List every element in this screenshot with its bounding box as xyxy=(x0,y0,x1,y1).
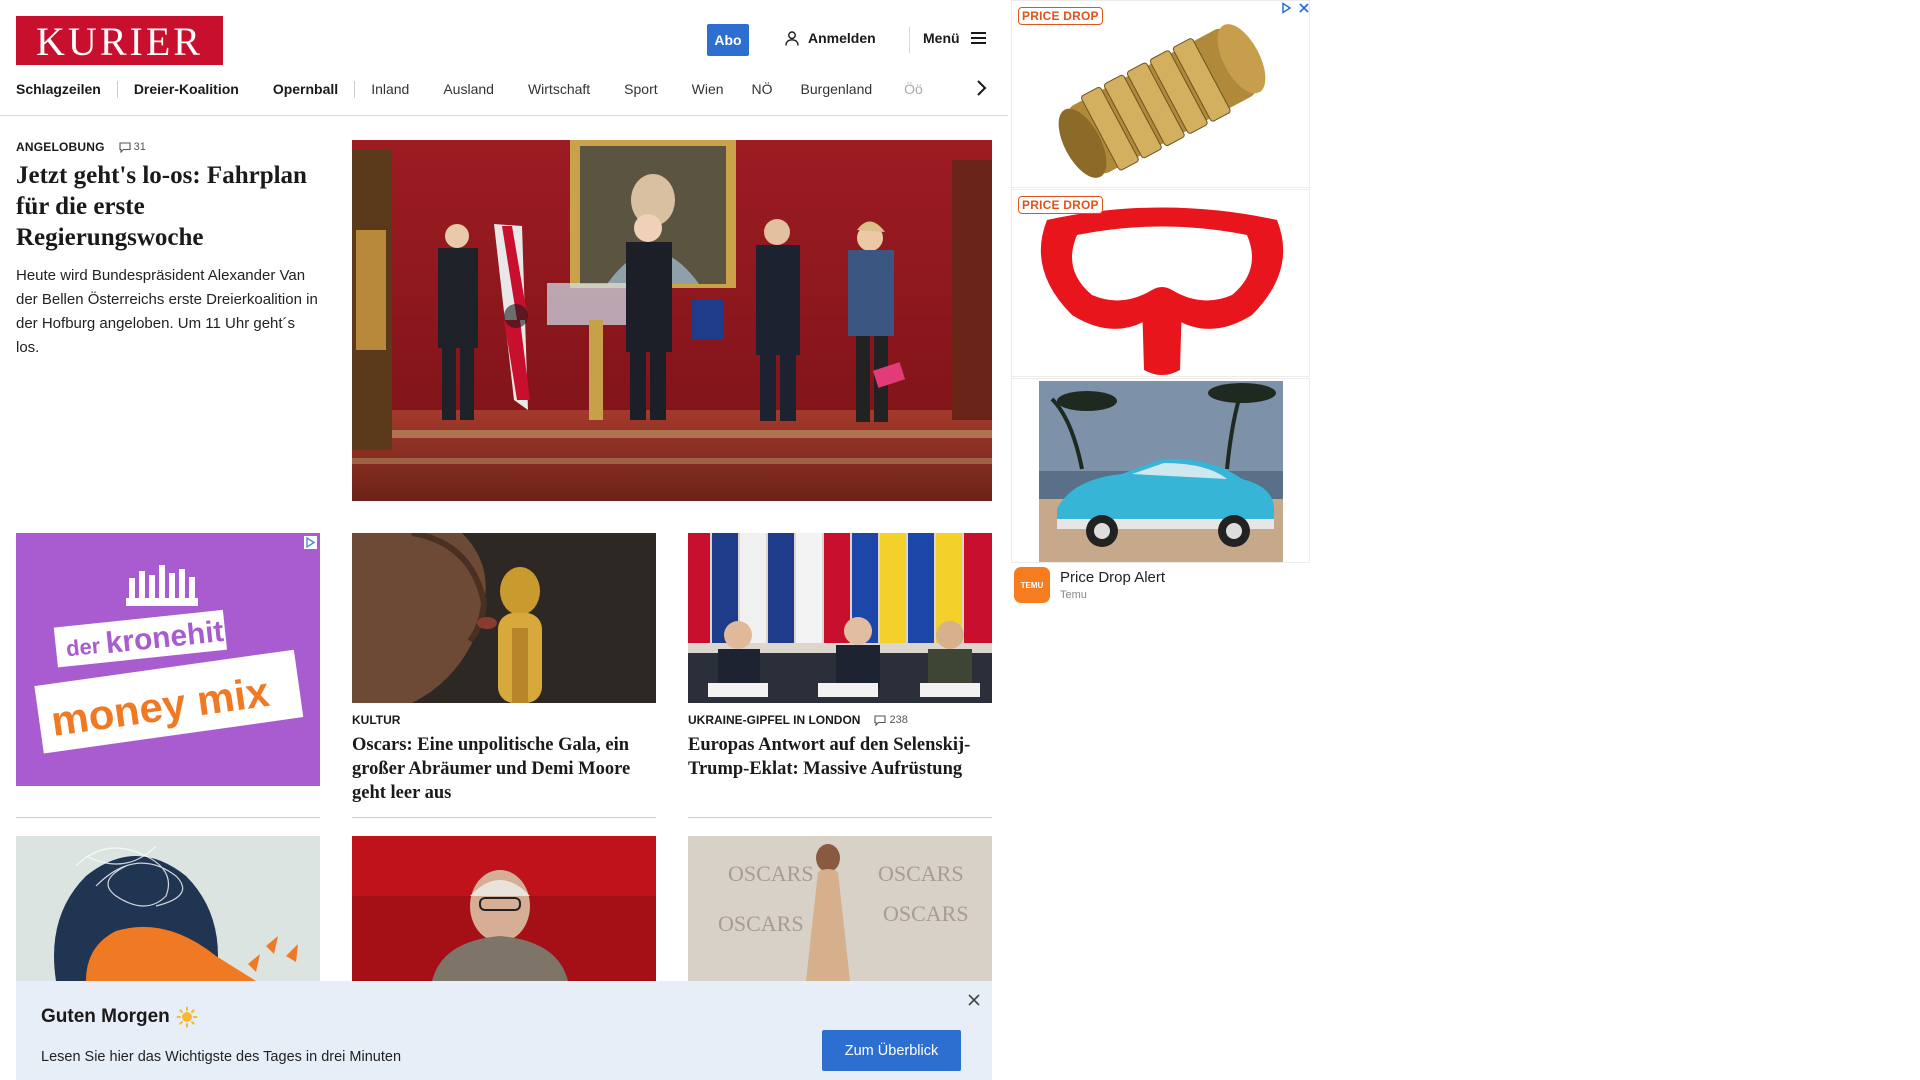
hamburger-icon xyxy=(970,32,986,44)
divider xyxy=(16,817,320,818)
nav-item-opernball[interactable]: Opernball xyxy=(273,81,338,97)
sun-icon xyxy=(176,1006,198,1028)
nav-divider xyxy=(116,80,118,98)
nav-item-ausland[interactable]: Ausland xyxy=(443,81,494,97)
temu-logo: TEMU xyxy=(1014,567,1050,603)
ad-card-cryptex[interactable]: PRICE DROP xyxy=(1011,0,1310,188)
nav-item-noe[interactable]: NÖ xyxy=(752,81,773,97)
adchoices-icon[interactable] xyxy=(303,535,318,550)
nav-item-sport[interactable]: Sport xyxy=(624,81,657,97)
logo-text: KURIER xyxy=(36,19,203,64)
oscars-headline[interactable]: Oscars: Eine unpolitische Gala, ein groß… xyxy=(352,733,662,805)
temu-text: Price Drop Alert Temu xyxy=(1060,569,1165,601)
lead-comments[interactable]: 31 xyxy=(119,141,146,153)
adchoices-icon[interactable] xyxy=(1280,2,1292,14)
nav-item-schlagzeilen[interactable]: Schlagzeilen xyxy=(16,81,101,97)
comment-icon xyxy=(874,714,887,726)
close-icon[interactable] xyxy=(966,992,982,1008)
ukraine-kicker: UKRAINE-GIPFEL IN LONDON 238 xyxy=(688,713,908,727)
illustration-image[interactable] xyxy=(16,836,320,981)
ukraine-comments[interactable]: 238 xyxy=(874,714,908,726)
ad-controls xyxy=(1280,2,1310,14)
banner-title-text: Guten Morgen xyxy=(41,1006,170,1027)
lead-headline[interactable]: Jetzt geht's lo-os: Fahrplan für die ers… xyxy=(16,160,316,253)
nav-divider xyxy=(354,80,356,98)
temu-ad-title[interactable]: Price Drop Alert xyxy=(1060,569,1165,586)
abo-button[interactable]: Abo xyxy=(707,24,749,56)
nav-item-ooe[interactable]: Öö xyxy=(904,81,923,97)
oscars-wall-text: OSCARS xyxy=(718,911,804,936)
hofburg-ceremony-photo xyxy=(352,140,992,501)
kronehit-ad[interactable]: der kronehit money mix xyxy=(16,533,320,786)
login-label: Anmelden xyxy=(808,30,876,46)
portrait-image[interactable] xyxy=(352,836,656,981)
oscars-category[interactable]: KULTUR xyxy=(352,713,400,727)
oscars-kicker[interactable]: KULTUR xyxy=(352,713,400,727)
lead-category[interactable]: ANGELOBUNG xyxy=(16,140,105,154)
ukraine-headline[interactable]: Europas Antwort auf den Selenskij-Trump-… xyxy=(688,733,994,781)
kurier-logo[interactable]: KURIER xyxy=(16,16,223,65)
menu-divider xyxy=(909,27,910,53)
morning-briefing-banner: Guten Morgen Lesen Sie hier das Wichtigs… xyxy=(16,981,992,1080)
classic-car-image xyxy=(1012,379,1309,562)
oscars-redcarpet-photo: OSCARS OSCARS OSCARS OSCARS xyxy=(688,836,992,981)
section-nav: Schlagzeilen Dreier-Koalition Opernball … xyxy=(16,80,991,98)
oscars-wall-text: OSCARS xyxy=(728,861,814,886)
site-header: KURIER Abo Anmelden Menü Schlagzeilen Dr… xyxy=(0,0,1008,116)
banner-title: Guten Morgen xyxy=(41,1006,198,1028)
nav-item-dreier-koalition[interactable]: Dreier-Koalition xyxy=(134,81,239,97)
ad-card-classic-car[interactable] xyxy=(1011,378,1310,563)
chevron-right-icon[interactable] xyxy=(974,79,988,97)
ukraine-category[interactable]: UKRAINE-GIPFEL IN LONDON xyxy=(688,713,860,727)
ukraine-comment-count: 238 xyxy=(889,714,908,726)
menu-label: Menü xyxy=(923,30,960,46)
overview-button[interactable]: Zum Überblick xyxy=(822,1030,961,1071)
user-icon xyxy=(785,30,799,46)
ukraine-summit-image[interactable] xyxy=(688,533,992,703)
banner-description: Lesen Sie hier das Wichtigste des Tages … xyxy=(41,1049,402,1065)
ad-card-vr-cover[interactable]: PRICE DROP xyxy=(1011,189,1310,377)
lead-teaser[interactable]: Heute wird Bundespräsident Alexander Van… xyxy=(16,264,321,360)
oscars-wall-text: OSCARS xyxy=(878,861,964,886)
red-vr-face-cover-image xyxy=(1012,190,1309,376)
kronehit-word-der: der xyxy=(65,633,102,661)
oscar-kiss-photo xyxy=(352,533,656,703)
temu-advertiser-row[interactable]: TEMU Price Drop Alert Temu xyxy=(1011,564,1310,606)
divider xyxy=(688,817,992,818)
oscars-wall-text: OSCARS xyxy=(883,901,969,926)
divider xyxy=(352,817,656,818)
kronehit-ad-art: der kronehit money mix xyxy=(34,565,304,754)
man-red-background-photo xyxy=(352,836,656,981)
nav-item-burgenland[interactable]: Burgenland xyxy=(801,81,873,97)
nav-item-wirtschaft[interactable]: Wirtschaft xyxy=(528,81,590,97)
price-drop-badge: PRICE DROP xyxy=(1018,7,1103,25)
nav-item-inland[interactable]: Inland xyxy=(371,81,409,97)
nav-item-wien[interactable]: Wien xyxy=(692,81,724,97)
menu-button[interactable]: Menü xyxy=(923,30,986,46)
lead-kicker: ANGELOBUNG 31 xyxy=(16,140,146,154)
lead-image[interactable] xyxy=(352,140,992,501)
login-button[interactable]: Anmelden xyxy=(785,30,876,46)
oscars-redcarpet-image[interactable]: OSCARS OSCARS OSCARS OSCARS xyxy=(688,836,992,981)
cryptex-product-image xyxy=(1012,1,1309,187)
oscars-image[interactable] xyxy=(352,533,656,703)
london-summit-photo xyxy=(688,533,992,703)
temu-ad-advertiser: Temu xyxy=(1060,589,1087,601)
close-icon[interactable] xyxy=(1298,2,1310,14)
comment-icon xyxy=(119,141,131,153)
head-illustration xyxy=(16,836,320,981)
price-drop-badge: PRICE DROP xyxy=(1018,196,1103,214)
lead-comment-count: 31 xyxy=(133,141,146,153)
